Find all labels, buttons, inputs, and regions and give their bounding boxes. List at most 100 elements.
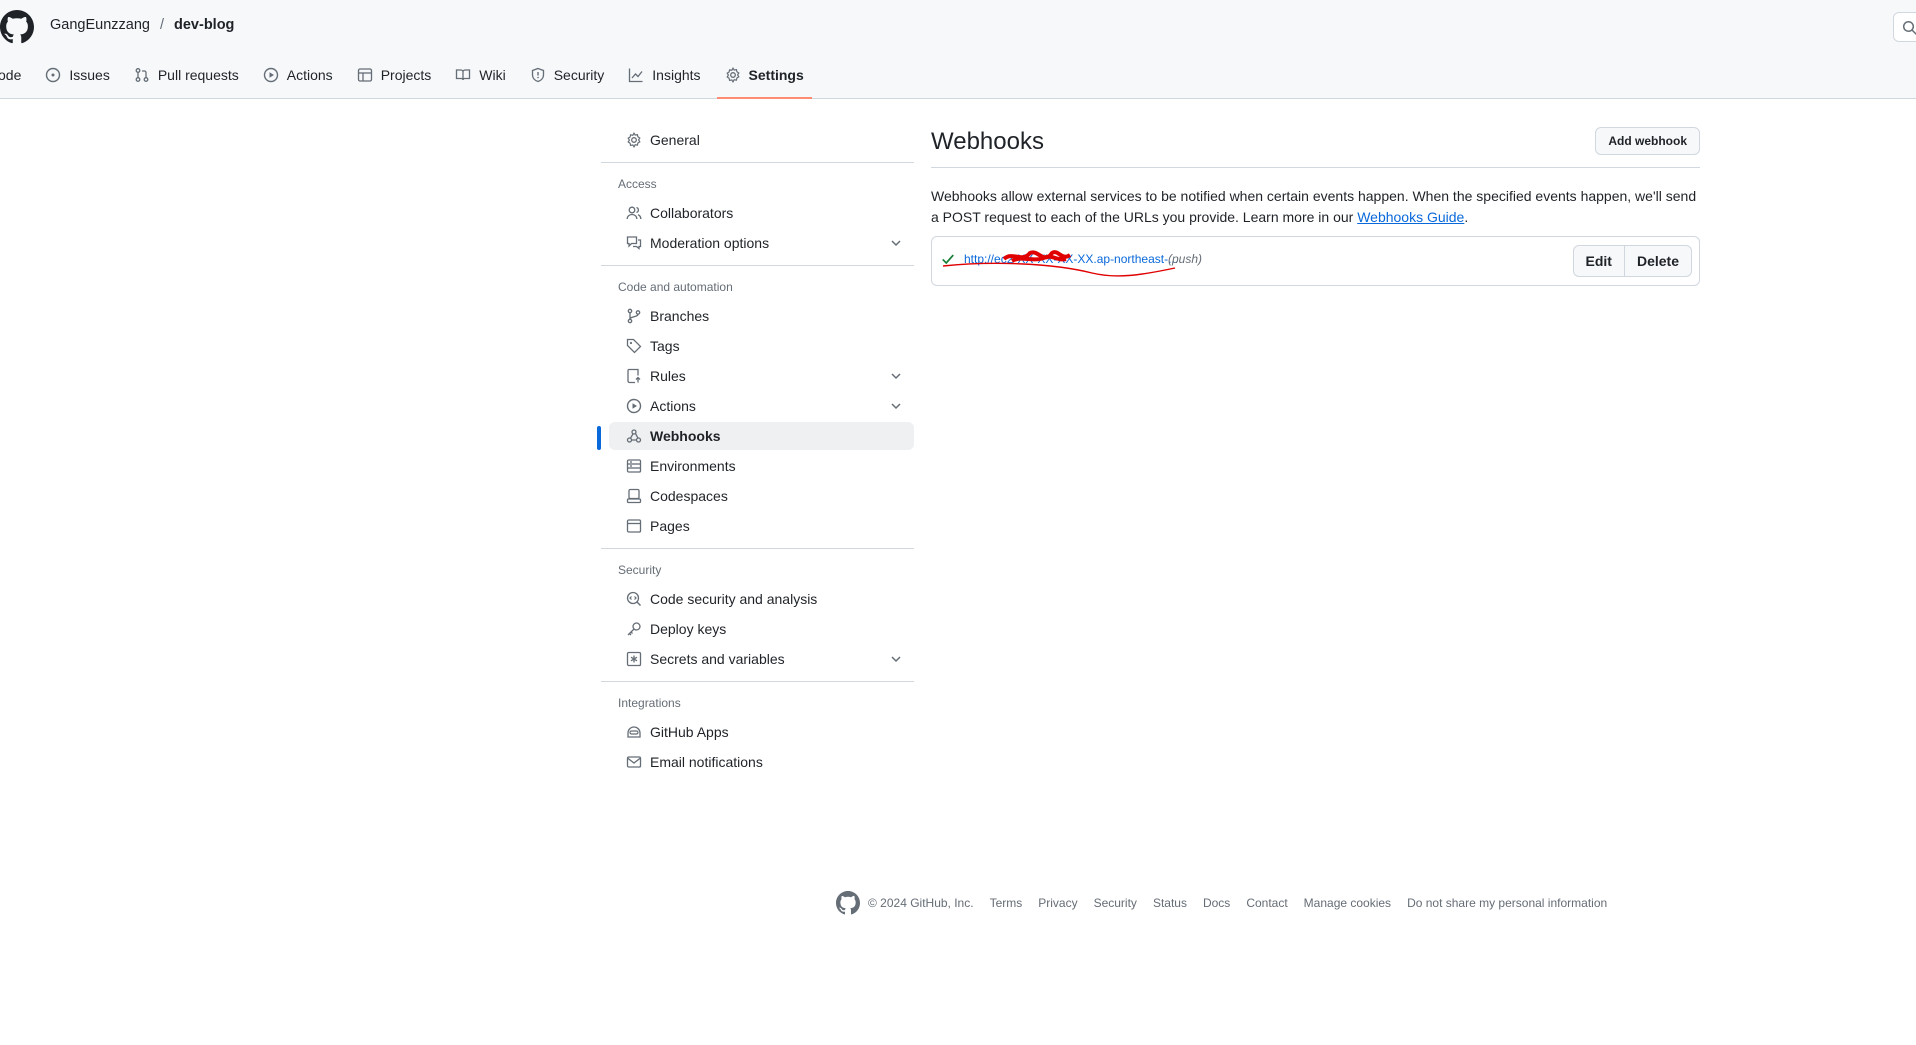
tab-insights[interactable]: Insights [620,61,708,89]
tab-settings[interactable]: Settings [716,61,813,99]
sidebar-item-github-apps[interactable]: GitHub Apps [609,718,914,746]
tab-wiki[interactable]: Wiki [447,61,513,89]
sidebar-item-email-notifications[interactable]: Email notifications [609,748,914,776]
graph-icon [629,68,643,83]
sidebar-item-label: Actions [650,398,696,414]
tab-label: Issues [69,67,110,83]
chevron-down-icon[interactable] [888,235,904,251]
book-icon [456,69,471,81]
group-title-integrations: Integrations [618,696,681,710]
chevron-down-icon[interactable] [888,398,904,414]
webhooks-description: Webhooks allow external services to be n… [931,186,1700,228]
sidebar-item-label: Code security and analysis [650,591,818,607]
tab-pull-requests[interactable]: Pull requests [126,61,247,89]
tab-label: Security [553,67,605,83]
search-button[interactable] [1893,12,1916,42]
site-footer: © 2024 GitHub, Inc. Terms Privacy Securi… [836,891,1607,915]
play-icon [626,398,642,414]
key-icon [627,622,641,636]
footer-link-manage-cookies[interactable]: Manage cookies [1304,896,1391,910]
add-webhook-button[interactable]: Add webhook [1595,127,1700,155]
webhooks-panel: Webhooks Add webhook Webhooks allow exte… [931,124,1700,286]
sidebar-item-deploy-keys[interactable]: Deploy keys [609,615,914,643]
sidebar-item-actions[interactable]: Actions [609,392,914,420]
footer-link-contact[interactable]: Contact [1246,896,1287,910]
sidebar-item-label: Codespaces [650,488,728,504]
sidebar-item-label: Pages [650,518,690,534]
page-title: Webhooks [931,128,1044,155]
tab-security[interactable]: Security [522,61,613,89]
codespaces-icon [626,488,642,504]
sidebar-item-environments[interactable]: Environments [609,452,914,480]
github-logo-icon[interactable] [836,891,860,915]
sidebar-item-label: Rules [650,368,686,384]
sidebar-item-branches[interactable]: Branches [609,302,914,330]
tab-label: Actions [286,67,333,83]
search-icon [1902,20,1916,36]
sidebar-item-code-security[interactable]: Code security and analysis [609,585,914,613]
repo-owner-link[interactable]: GangEunzzang [50,17,150,33]
divider [601,162,914,163]
redaction-scribble [942,250,1176,277]
repo-header: GangEunzzang / dev-blog ode Issues Pull … [0,0,1916,99]
footer-link-do-not-share[interactable]: Do not share my personal information [1407,896,1607,910]
sidebar-item-tags[interactable]: Tags [609,332,914,360]
breadcrumb-separator: / [159,17,164,33]
footer-link-status[interactable]: Status [1153,896,1187,910]
edit-webhook-button[interactable]: Edit [1572,245,1625,277]
sidebar-item-collaborators[interactable]: Collaborators [609,199,914,227]
chevron-down-icon[interactable] [888,651,904,667]
footer-link-security[interactable]: Security [1094,896,1137,910]
sidebar-item-label: Deploy keys [650,621,727,637]
tab-code[interactable]: ode [0,61,29,89]
git-branch-icon [627,308,641,324]
divider [601,265,914,266]
tab-actions[interactable]: Actions [255,61,341,89]
sidebar-item-label: Environments [650,458,736,474]
sidebar-item-pages[interactable]: Pages [609,512,914,540]
tab-label: Settings [748,67,804,83]
mail-icon [626,756,642,768]
delete-webhook-button[interactable]: Delete [1624,245,1692,277]
repo-name-link[interactable]: dev-blog [174,17,234,33]
divider [601,548,914,549]
settings-sidebar: General Access Collaborators Moderation … [597,124,914,778]
browser-icon [626,519,642,533]
footer-link-docs[interactable]: Docs [1203,896,1230,910]
gear-icon [725,67,740,83]
repo-push-icon [627,368,641,384]
sidebar-item-label: Email notifications [650,754,763,770]
issue-opened-icon [46,67,61,83]
github-logo-icon[interactable] [0,10,34,44]
group-title-security: Security [618,563,662,577]
webhook-actions: Edit Delete [1572,245,1692,277]
webhooks-guide-link[interactable]: Webhooks Guide [1357,209,1464,225]
sidebar-item-general[interactable]: General [609,126,914,154]
sidebar-item-codespaces[interactable]: Codespaces [609,482,914,510]
footer-link-privacy[interactable]: Privacy [1038,896,1077,910]
sidebar-item-label: Moderation options [650,235,770,251]
shield-icon [531,67,544,83]
group-title-code-automation: Code and automation [618,280,733,294]
codescan-icon [626,591,641,606]
sidebar-item-label: Webhooks [650,428,721,444]
repo-nav-tabs: ode Issues Pull requests Actions Project… [0,61,820,99]
key-asterisk-icon [626,651,642,667]
hubot-icon [627,726,641,738]
divider [601,681,914,682]
sidebar-item-label: Collaborators [650,205,734,221]
tab-label: ode [0,67,22,83]
people-icon [626,206,642,220]
sidebar-item-secrets-variables[interactable]: Secrets and variables [609,645,914,673]
sidebar-item-moderation-options[interactable]: Moderation options [609,229,914,257]
title-row: Webhooks Add webhook [931,124,1700,168]
sidebar-item-webhooks[interactable]: Webhooks [597,422,914,450]
chevron-down-icon[interactable] [888,368,904,384]
sidebar-item-rules[interactable]: Rules [609,362,914,390]
tab-projects[interactable]: Projects [349,61,440,89]
tab-issues[interactable]: Issues [37,61,117,89]
footer-link-terms[interactable]: Terms [990,896,1023,910]
git-pull-request-icon [135,68,149,82]
play-icon [263,67,278,83]
description-end: . [1464,209,1469,225]
